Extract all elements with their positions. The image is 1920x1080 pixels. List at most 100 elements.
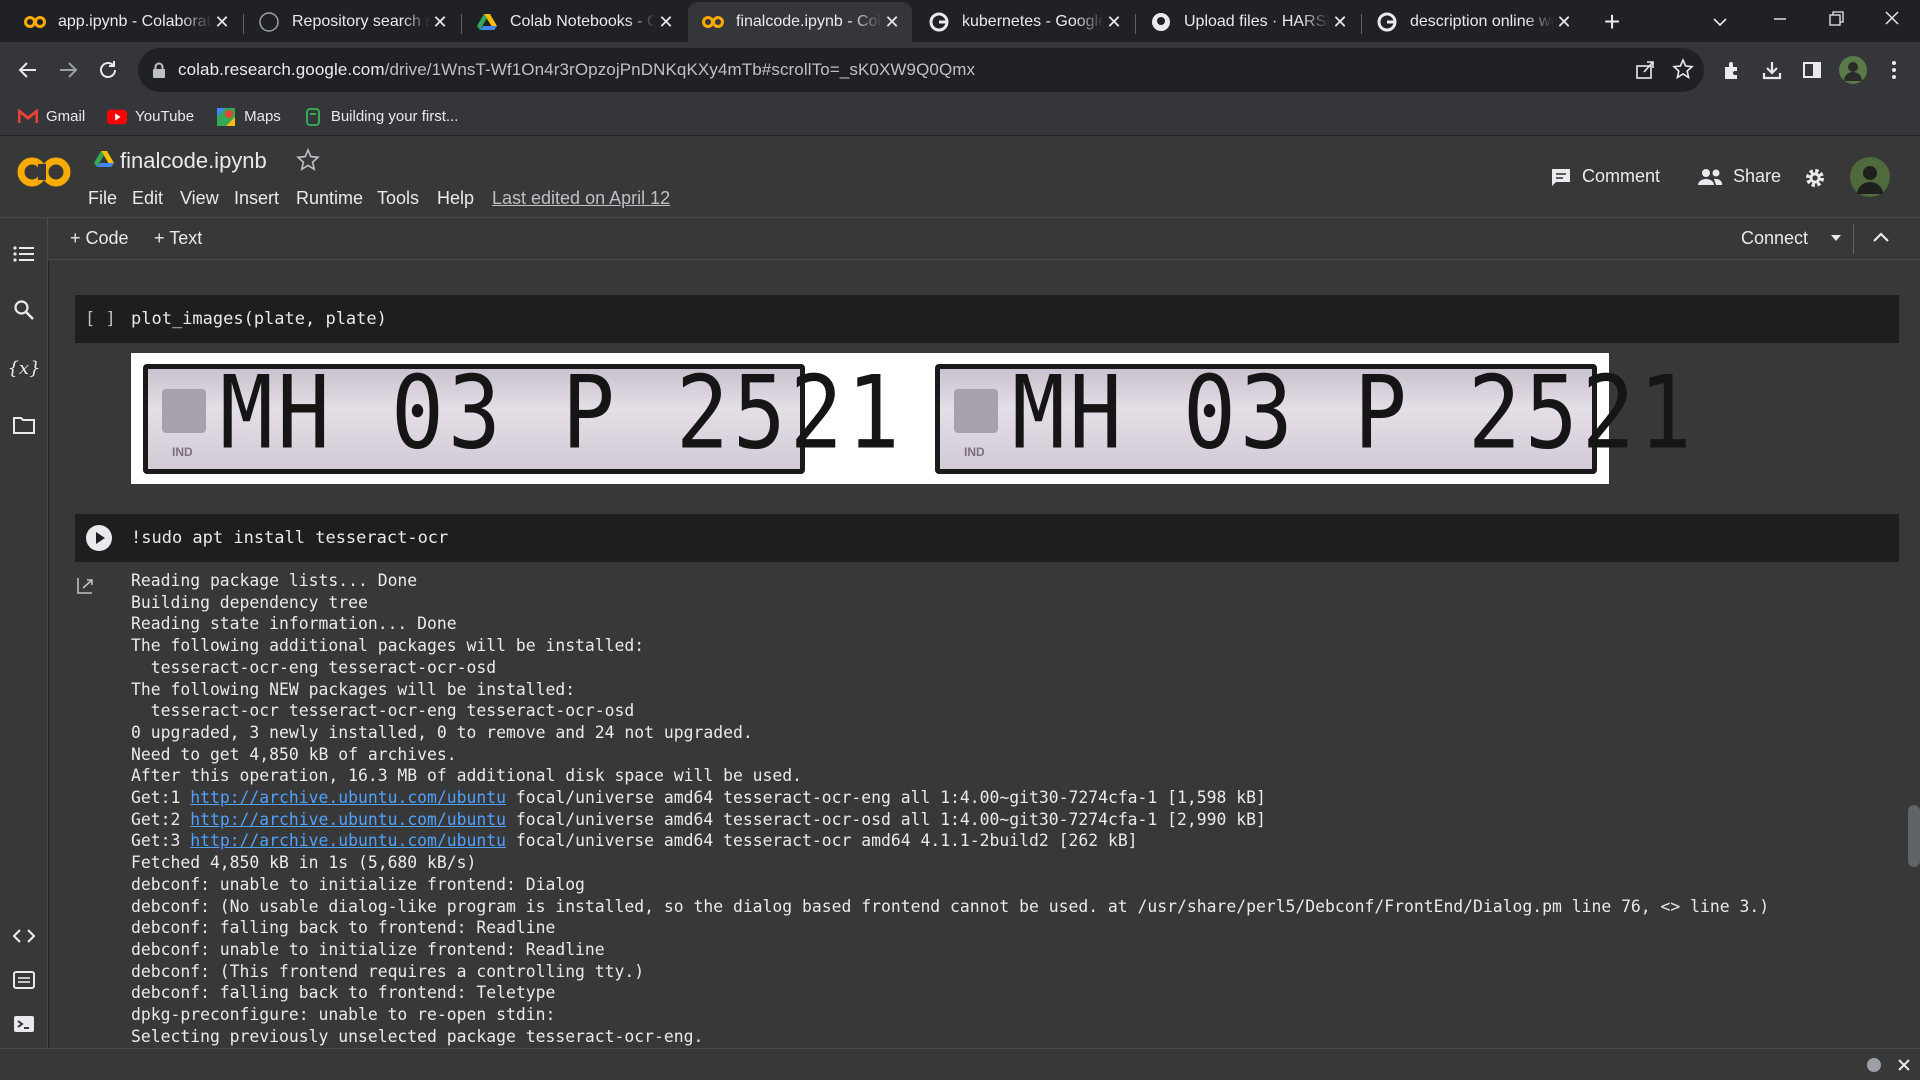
back-icon[interactable] [8,50,48,90]
menu-edit[interactable]: Edit [132,188,163,209]
bookmark-maps[interactable]: Maps [216,107,281,126]
bookmark-page-icon [303,107,323,126]
tab-description-writer[interactable]: description online writer ✕ [1362,2,1584,42]
last-edited-link[interactable]: Last edited on April 12 [492,188,670,209]
output-line-get: Get:2 http://archive.ubuntu.com/ubuntu f… [131,809,1769,831]
output-line: After this operation, 16.3 MB of additio… [131,766,803,786]
share-button[interactable]: Share [1697,166,1781,187]
minimize-window-icon[interactable] [1752,0,1808,40]
files-folder-icon[interactable] [10,411,38,439]
github-icon [1150,11,1172,33]
menu-insert[interactable]: Insert [234,188,279,209]
archive-link[interactable]: http://archive.ubuntu.com/ubuntu [190,810,506,829]
tab-upload-files[interactable]: Upload files · HARSHA ✕ [1136,2,1360,42]
variables-icon[interactable]: {x} [7,354,40,382]
google-icon [1376,11,1398,33]
divider [1853,224,1854,254]
menu-file[interactable]: File [88,188,117,209]
archive-link[interactable]: http://archive.ubuntu.com/ubuntu [190,831,506,850]
add-code-button[interactable]: + Code [70,228,129,249]
menu-tools[interactable]: Tools [377,188,419,209]
plate-state-code: IND [964,445,985,459]
runtime-status-dot-icon[interactable] [1866,1057,1882,1073]
bookmark-gmail[interactable]: Gmail [18,108,85,126]
close-tab-icon[interactable]: ✕ [212,12,232,32]
url-text[interactable]: colab.research.google.com/drive/1WnsT-Wf… [178,60,975,80]
plot-images-output: IND MH 03 P 2521 IND MH 03 P 2521 [131,353,1692,484]
collapse-header-chevron-icon[interactable] [1872,230,1890,244]
new-tab-icon[interactable]: + [1596,6,1628,38]
close-status-icon[interactable] [1896,1057,1912,1073]
scrollbar-thumb[interactable] [1908,805,1920,867]
plate-text: MH 03 P 2521 [1012,353,1696,472]
settings-gear-icon[interactable] [1803,166,1827,190]
bookmark-label: YouTube [135,108,195,125]
restore-window-icon[interactable] [1808,0,1864,40]
tab-search-chevron-icon[interactable] [1700,8,1740,36]
close-window-icon[interactable] [1864,0,1920,40]
plate-seal [954,389,998,433]
output-line: tesseract-ocr-eng tesseract-ocr-osd [131,657,497,677]
menu-runtime[interactable]: Runtime [296,188,363,209]
github-icon [258,11,280,33]
side-panel-icon[interactable] [1792,50,1832,90]
close-tab-icon[interactable]: ✕ [1554,12,1574,32]
output-line-get: Get:3 http://archive.ubuntu.com/ubuntu f… [131,830,1769,852]
share-page-icon[interactable] [1634,59,1656,81]
star-bookmark-icon[interactable] [1672,58,1694,80]
browser-menu-icon[interactable] [1874,50,1914,90]
browser-tab-strip: app.ipynb - Colaboratory ✕ Repository se… [0,0,1920,42]
cell-execution-bracket[interactable]: [ ] [85,309,131,329]
profile-avatar-icon[interactable] [1833,50,1873,90]
tab-app-ipynb[interactable]: app.ipynb - Colaboratory ✕ [10,2,242,42]
terminal-icon[interactable] [10,1010,38,1038]
tab-finalcode-ipynb[interactable]: finalcode.ipynb - Colaboratory ✕ [688,2,912,42]
user-avatar[interactable] [1849,156,1891,198]
extensions-icon[interactable] [1712,50,1752,90]
output-line: Fetched 4,850 kB in 1s (5,680 kB/s) [131,853,477,873]
notebook-filename[interactable]: finalcode.ipynb [120,148,267,174]
address-bar[interactable]: colab.research.google.com/drive/1WnsT-Wf… [138,48,1704,92]
star-notebook-icon[interactable] [296,148,320,172]
menu-help[interactable]: Help [437,188,474,209]
run-cell-icon[interactable] [85,524,131,552]
output-actions-icon[interactable] [75,576,95,596]
bookmark-youtube[interactable]: YouTube [107,108,194,126]
tab-title: Repository search results [292,13,430,30]
close-tab-icon[interactable]: ✕ [882,12,902,32]
cell-code[interactable]: !sudo apt install tesseract-ocr [131,528,448,548]
code-cell-plot-images[interactable]: [ ] plot_images(plate, plate) [75,295,1899,343]
tab-colab-notebooks-drive[interactable]: Colab Notebooks - Google Drive ✕ [462,2,686,42]
close-tab-icon[interactable]: ✕ [430,12,450,32]
add-text-button[interactable]: + Text [154,228,202,249]
forward-icon[interactable] [48,50,88,90]
search-icon[interactable] [10,296,38,324]
colab-logo-icon[interactable] [16,154,72,190]
download-icon[interactable] [1752,50,1792,90]
bookmark-building-your-first[interactable]: Building your first... [303,107,458,126]
comment-button[interactable]: Comment [1550,166,1660,187]
close-tab-icon[interactable]: ✕ [1330,12,1350,32]
chevron-down-icon[interactable] [1830,234,1842,242]
bookmarks-bar: Gmail YouTube Maps Building your first..… [0,98,1920,136]
tab-title: kubernetes - Google Search [962,13,1104,30]
menu-view[interactable]: View [180,188,219,209]
share-label: Share [1733,166,1782,186]
output-line: dpkg-preconfigure: unable to re-open std… [131,1005,556,1025]
reload-icon[interactable] [88,50,128,90]
cell-output-text: Reading package lists... Done Building de… [131,570,1769,1047]
license-plate-image-left: IND MH 03 P 2521 [143,353,900,474]
close-tab-icon[interactable]: ✕ [656,12,676,32]
tab-repository-search[interactable]: Repository search results ✕ [244,2,460,42]
cell-code[interactable]: plot_images(plate, plate) [131,309,387,329]
tab-kubernetes-search[interactable]: kubernetes - Google Search ✕ [914,2,1134,42]
drive-icon[interactable] [94,150,114,168]
archive-link[interactable]: http://archive.ubuntu.com/ubuntu [190,788,506,807]
code-snippets-icon[interactable] [10,922,38,950]
connect-button[interactable]: Connect [1741,228,1808,249]
maps-icon [216,107,236,126]
close-tab-icon[interactable]: ✕ [1104,12,1124,32]
code-cell-apt-install[interactable]: !sudo apt install tesseract-ocr [75,514,1899,562]
table-of-contents-icon[interactable] [10,240,38,268]
command-palette-icon[interactable] [10,966,38,994]
